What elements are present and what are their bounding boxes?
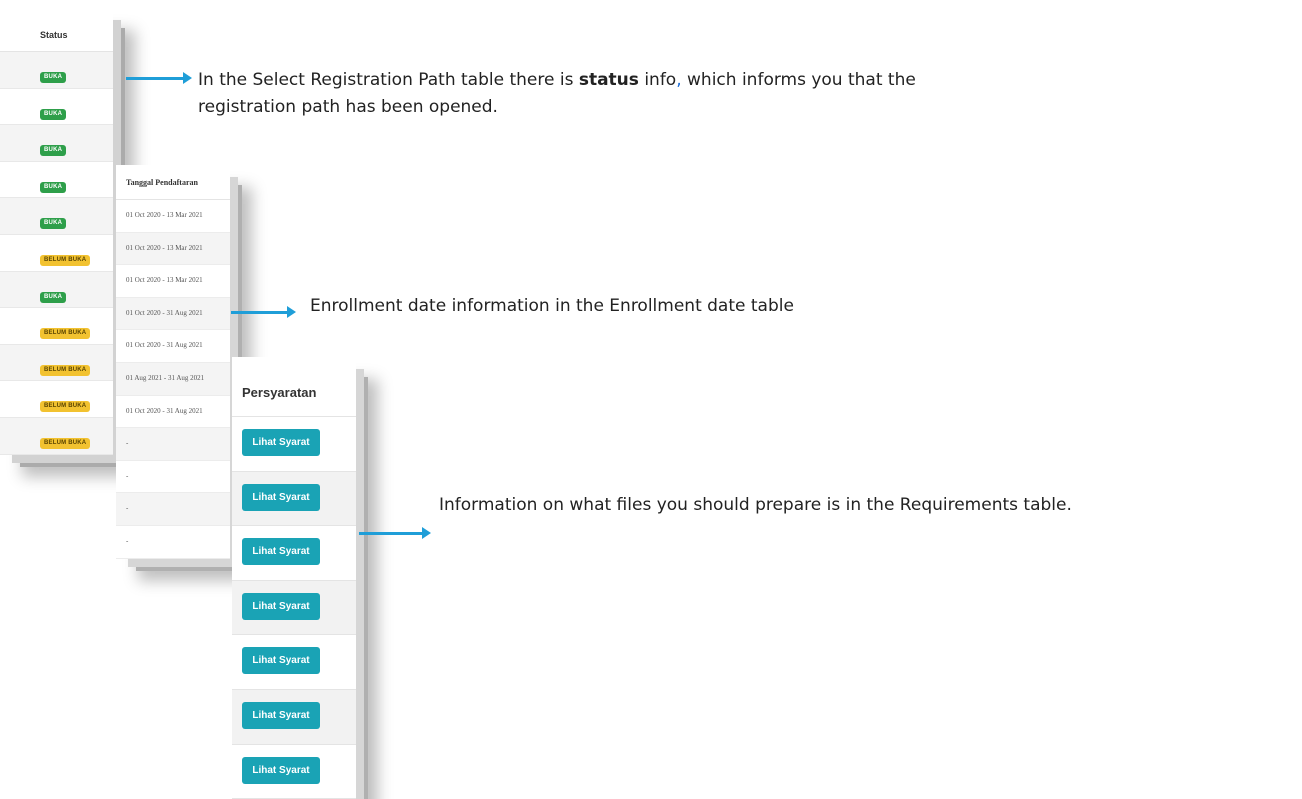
- view-requirements-button[interactable]: Lihat Syarat: [242, 756, 320, 784]
- view-requirements-button[interactable]: Lihat Syarat: [242, 538, 320, 566]
- status-badge: BUKA: [40, 108, 67, 120]
- status-annotation-text-4: registration path has been opened.: [198, 97, 498, 117]
- table-row: -: [116, 428, 230, 461]
- requirements-table: Persyaratan Lihat Syarat Lihat Syarat Liha…: [232, 357, 356, 799]
- requirements-annotation: Information on what files you should pre…: [439, 495, 1072, 515]
- status-table: Status BUKA BUKA BUKA BUKA BUKA BELUM BUKA BUK…: [0, 8, 113, 455]
- status-annotation-text-3: which informs you that the: [681, 70, 916, 90]
- table-row: Lihat Syarat: [232, 689, 356, 745]
- table-row: BELUM BUKA: [0, 344, 113, 382]
- view-requirements-button[interactable]: Lihat Syarat: [242, 592, 320, 620]
- status-badge: BELUM BUKA: [40, 328, 91, 340]
- table-row: BUKA: [0, 271, 113, 309]
- table-row: 01 Oct 2020 - 13 Mar 2021: [116, 265, 230, 298]
- registration-date-table: Tanggal Pendaftaran 01 Oct 2020 - 13 Mar…: [116, 165, 230, 559]
- status-annotation: In the Select Registration Path table th…: [198, 67, 1178, 121]
- status-column-header: Status: [0, 8, 113, 52]
- requirements-arrow-icon: [359, 527, 431, 539]
- table-row: -: [116, 461, 230, 494]
- table-row: BUKA: [0, 89, 113, 126]
- table-row: 01 Aug 2021 - 31 Aug 2021: [116, 362, 230, 396]
- table-row: Lihat Syarat: [232, 745, 356, 799]
- view-requirements-button[interactable]: Lihat Syarat: [242, 429, 320, 456]
- status-badge: BELUM BUKA: [40, 364, 91, 376]
- table-row: Lihat Syarat: [232, 417, 356, 472]
- status-badge: BELUM BUKA: [40, 437, 91, 449]
- table-row: 01 Oct 2020 - 13 Mar 2021: [116, 200, 230, 233]
- status-annotation-text-1: In the Select Registration Path table th…: [198, 70, 579, 90]
- table-row: 01 Oct 2020 - 31 Aug 2021: [116, 297, 230, 331]
- table-row: 01 Oct 2020 - 31 Aug 2021: [116, 396, 230, 429]
- requirements-column-header: Persyaratan: [232, 357, 356, 417]
- status-badge: BELUM BUKA: [40, 401, 91, 413]
- status-badge: BUKA: [40, 291, 67, 303]
- table-row: BELUM BUKA: [0, 308, 113, 345]
- table-row: BUKA: [0, 162, 113, 199]
- table-row: BUKA: [0, 125, 113, 162]
- table-row: Lihat Syarat: [232, 471, 356, 527]
- table-row: BELUM BUKA: [0, 381, 113, 418]
- table-row: -: [116, 493, 230, 526]
- status-badge: BUKA: [40, 218, 67, 230]
- table-row: 01 Oct 2020 - 13 Mar 2021: [116, 232, 230, 266]
- status-badge: BUKA: [40, 181, 67, 193]
- table-row: Lihat Syarat: [232, 526, 356, 581]
- table-row: Lihat Syarat: [232, 580, 356, 636]
- view-requirements-button[interactable]: Lihat Syarat: [242, 647, 320, 675]
- status-badge: BELUM BUKA: [40, 254, 91, 266]
- table-row: BELUM BUKA: [0, 417, 113, 455]
- view-requirements-button[interactable]: Lihat Syarat: [242, 701, 320, 729]
- status-badge: BUKA: [40, 145, 67, 157]
- status-badge: BUKA: [40, 72, 67, 83]
- table-row: Lihat Syarat: [232, 635, 356, 690]
- status-annotation-text-2: info: [638, 70, 677, 90]
- status-annotation-keyword: status: [578, 70, 639, 90]
- table-row: -: [116, 526, 230, 559]
- enrollment-annotation: Enrollment date information in the Enrol…: [310, 296, 794, 316]
- requirements-rows: Lihat Syarat Lihat Syarat Lihat Syarat Liha…: [232, 417, 356, 799]
- table-row: BUKA: [0, 198, 113, 235]
- status-arrow-icon: [126, 72, 192, 84]
- enrollment-arrow-icon: [231, 306, 296, 318]
- table-row: BUKA: [0, 52, 113, 89]
- registration-date-column-header: Tanggal Pendaftaran: [116, 165, 230, 200]
- registration-date-rows: 01 Oct 2020 - 13 Mar 2021 01 Oct 2020 - 1…: [116, 200, 230, 559]
- table-row: 01 Oct 2020 - 31 Aug 2021: [116, 330, 230, 363]
- view-requirements-button[interactable]: Lihat Syarat: [242, 483, 320, 511]
- status-rows: BUKA BUKA BUKA BUKA BUKA BELUM BUKA BUKA BELUM …: [0, 52, 113, 455]
- table-row: BELUM BUKA: [0, 235, 113, 272]
